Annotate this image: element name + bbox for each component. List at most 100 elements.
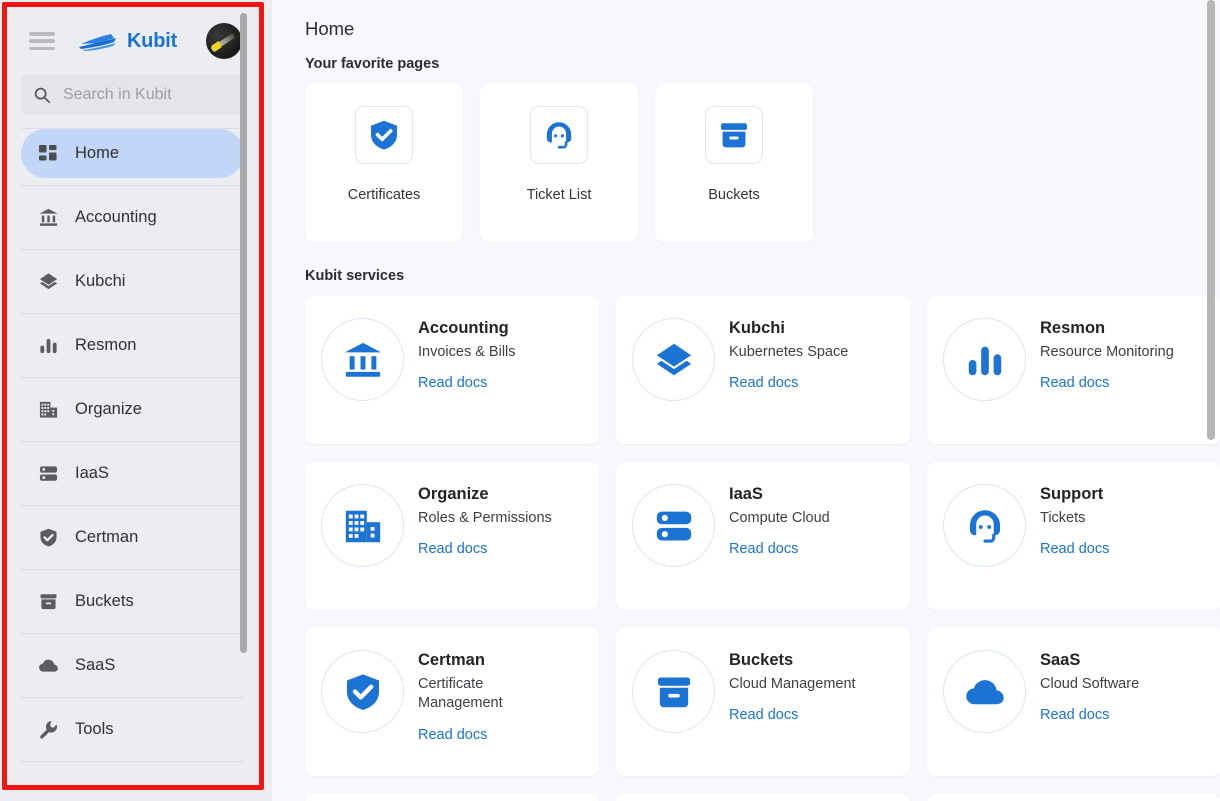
sidebar-item-label: Buckets	[75, 592, 134, 610]
sidebar-item-saas[interactable]: SaaS	[21, 641, 244, 690]
sidebar-item-iaas[interactable]: IaaS	[21, 449, 244, 498]
app-root: Kubit Search in Kubit Home Accounting Ku…	[0, 0, 1220, 801]
favorite-card-label: Buckets	[708, 187, 760, 203]
service-card-text: Kubchi Kubernetes Space Read docs	[729, 314, 848, 392]
sidebar-nav: Home Accounting Kubchi Resmon Organize I…	[7, 129, 258, 762]
service-card-subtitle: Cloud Software	[1040, 675, 1140, 692]
sidebar-item-tools[interactable]: Tools	[21, 705, 244, 754]
favorite-card-ticket-list[interactable]: Ticket List	[480, 84, 638, 242]
service-card-organize[interactable]: Organize Roles & Permissions Read docs	[305, 462, 599, 610]
read-docs-link[interactable]: Read docs	[729, 707, 798, 723]
service-card-subtitle: Cloud Management	[729, 675, 856, 692]
search-input[interactable]	[63, 86, 232, 104]
user-avatar[interactable]	[206, 23, 242, 59]
cloud-icon	[943, 650, 1026, 733]
nav-divider	[21, 441, 244, 442]
headset-support-icon	[943, 484, 1026, 567]
sidebar-header: Kubit	[7, 7, 258, 75]
service-card-title: Support	[1040, 485, 1104, 503]
service-card-certman[interactable]: Certman Certificate Management Read docs	[305, 628, 599, 776]
sidebar-item-label: SaaS	[75, 656, 116, 674]
service-card-text: Support Tickets Read docs	[1040, 480, 1109, 558]
service-card-partial[interactable]	[305, 794, 599, 801]
sidebar-item-kubchi[interactable]: Kubchi	[21, 257, 244, 306]
search-icon	[34, 87, 51, 104]
bar-chart-icon	[943, 318, 1026, 401]
services-grid-next-row-partial	[305, 794, 1220, 801]
search-box[interactable]	[21, 75, 244, 115]
nav-divider	[21, 377, 244, 378]
sidebar-item-accounting[interactable]: Accounting	[21, 193, 244, 242]
speedboat-logo-icon	[78, 34, 116, 51]
wrench-icon	[37, 719, 59, 741]
nav-divider	[21, 185, 244, 186]
main-content: Home Your favorite pages Certificates Ti…	[272, 0, 1220, 801]
layers-icon	[37, 271, 59, 293]
service-card-text: IaaS Compute Cloud Read docs	[729, 480, 830, 558]
sidebar-item-resmon[interactable]: Resmon	[21, 321, 244, 370]
nav-divider	[21, 313, 244, 314]
service-card-iaas[interactable]: IaaS Compute Cloud Read docs	[616, 462, 910, 610]
service-card-buckets[interactable]: Buckets Cloud Management Read docs	[616, 628, 910, 776]
headset-support-icon	[530, 106, 588, 164]
service-card-text: Certman Certificate Management Read docs	[418, 646, 528, 744]
sidebar-item-label: Resmon	[75, 336, 137, 354]
service-card-text: Organize Roles & Permissions Read docs	[418, 480, 552, 558]
service-card-text: Resmon Resource Monitoring Read docs	[1040, 314, 1174, 392]
bank-icon	[37, 207, 59, 229]
read-docs-link[interactable]: Read docs	[729, 375, 798, 391]
sidebar-scrollbar-thumb[interactable]	[240, 13, 247, 653]
service-card-title: Resmon	[1040, 319, 1106, 337]
service-card-subtitle: Certificate Management	[418, 675, 503, 712]
service-card-title: Accounting	[418, 319, 509, 337]
nav-divider	[21, 569, 244, 570]
sidebar-region: Kubit Search in Kubit Home Accounting Ku…	[0, 0, 272, 801]
service-card-saas[interactable]: SaaS Cloud Software Read docs	[927, 628, 1220, 776]
sidebar-item-label: Organize	[75, 400, 142, 418]
building-icon	[321, 484, 404, 567]
server-icon	[37, 463, 59, 485]
service-card-accounting[interactable]: Accounting Invoices & Bills Read docs	[305, 296, 599, 444]
read-docs-link[interactable]: Read docs	[418, 375, 487, 391]
server-icon	[632, 484, 715, 567]
sidebar-item-label: Tools	[75, 720, 114, 738]
services-grid: Accounting Invoices & Bills Read docs Ku…	[305, 296, 1220, 776]
sidebar-item-label: Certman	[75, 528, 139, 546]
main-scrollbar-thumb[interactable]	[1207, 0, 1215, 440]
service-card-kubchi[interactable]: Kubchi Kubernetes Space Read docs	[616, 296, 910, 444]
service-card-subtitle: Roles & Permissions	[418, 509, 552, 526]
sidebar-item-home[interactable]: Home	[21, 129, 244, 178]
page-title: Home	[305, 18, 355, 39]
archive-box-icon	[632, 650, 715, 733]
building-icon	[37, 399, 59, 421]
service-card-title: IaaS	[729, 485, 763, 503]
read-docs-link[interactable]: Read docs	[418, 541, 487, 557]
favorite-card-label: Ticket List	[526, 187, 592, 203]
service-card-resmon[interactable]: Resmon Resource Monitoring Read docs	[927, 296, 1220, 444]
favorite-card-certificates[interactable]: Certificates	[305, 84, 463, 242]
sidebar-item-label: Accounting	[75, 208, 157, 226]
read-docs-link[interactable]: Read docs	[1040, 707, 1109, 723]
service-card-text: SaaS Cloud Software Read docs	[1040, 646, 1139, 724]
read-docs-link[interactable]: Read docs	[418, 727, 487, 743]
service-card-subtitle: Tickets	[1040, 509, 1086, 526]
sidebar-item-organize[interactable]: Organize	[21, 385, 244, 434]
service-card-title: SaaS	[1040, 651, 1081, 669]
service-card-subtitle: Resource Monitoring	[1040, 343, 1174, 360]
service-card-subtitle: Invoices & Bills	[418, 343, 516, 360]
service-card-partial[interactable]	[927, 794, 1220, 801]
read-docs-link[interactable]: Read docs	[1040, 375, 1109, 391]
service-card-partial[interactable]	[616, 794, 910, 801]
favorites-grid: Certificates Ticket List Buckets	[305, 84, 1192, 242]
read-docs-link[interactable]: Read docs	[729, 541, 798, 557]
layers-icon	[632, 318, 715, 401]
service-card-support[interactable]: Support Tickets Read docs	[927, 462, 1220, 610]
favorite-card-buckets[interactable]: Buckets	[655, 84, 813, 242]
brand-name: Kubit	[126, 29, 178, 52]
sidebar-item-buckets[interactable]: Buckets	[21, 577, 244, 626]
read-docs-link[interactable]: Read docs	[1040, 541, 1109, 557]
sidebar-scrollbar-track[interactable]	[240, 7, 253, 790]
brand[interactable]: Kubit	[49, 29, 206, 53]
nav-divider	[21, 697, 244, 698]
sidebar-item-certman[interactable]: Certman	[21, 513, 244, 562]
